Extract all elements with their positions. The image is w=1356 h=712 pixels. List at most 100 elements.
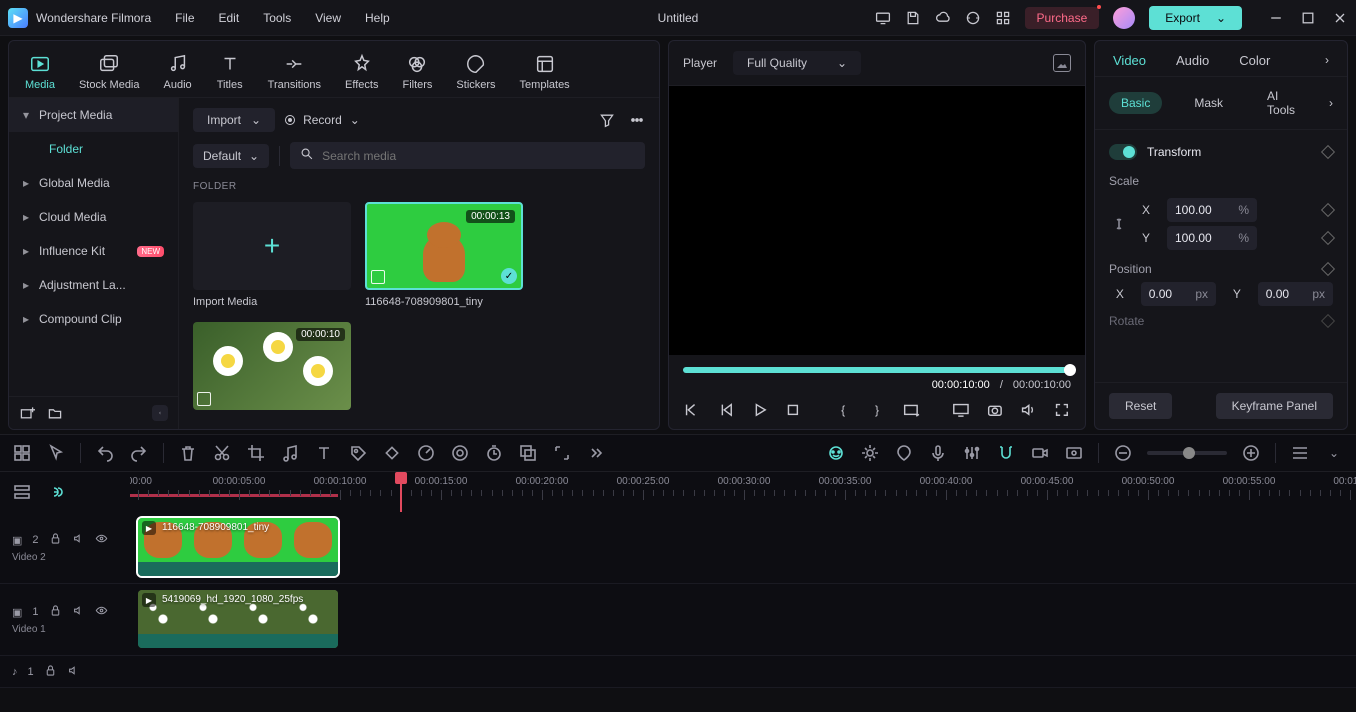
prop-tab-color[interactable]: Color [1239,53,1270,68]
more-tools-icon[interactable] [586,443,606,463]
menu-file[interactable]: File [175,11,194,25]
subtab-ai-tools[interactable]: AI Tools [1255,85,1309,121]
chevron-right-icon[interactable]: › [1325,53,1329,68]
export-button[interactable]: Export⌄ [1149,6,1242,30]
aspect-icon[interactable] [902,401,920,419]
zoom-out-icon[interactable] [1113,443,1133,463]
search-media-box[interactable] [290,142,645,169]
visibility-icon[interactable] [95,532,108,548]
more-icon[interactable] [629,112,645,128]
preview-viewport[interactable] [669,86,1085,355]
prop-tab-video[interactable]: Video [1113,53,1146,68]
menu-view[interactable]: View [315,11,341,25]
zoom-slider[interactable] [1147,451,1227,455]
search-input[interactable] [322,149,635,163]
ai-icon[interactable] [826,443,846,463]
position-y-input[interactable]: 0.00px [1258,282,1333,306]
tab-media[interactable]: Media [25,53,55,91]
chevron-down-icon[interactable]: ⌄ [1324,443,1344,463]
media-clip-tile[interactable]: 00:00:13 ✓ 116648-708909801_tiny [365,202,523,308]
redo-icon[interactable] [129,443,149,463]
tab-titles[interactable]: Titles [216,53,244,91]
cloud-icon[interactable] [935,10,951,26]
sidebar-item-project-media[interactable]: ▾Project Media [9,98,178,132]
sidebar-item-global-media[interactable]: ▸Global Media [9,166,178,200]
save-icon[interactable] [905,10,921,26]
sort-dropdown[interactable]: Default⌄ [193,144,269,168]
keyframe-icon[interactable] [1321,231,1335,245]
text-tool-icon[interactable] [314,443,334,463]
playhead[interactable] [400,472,402,512]
import-media-tile[interactable]: + Import Media [193,202,351,308]
sidebar-item-adjustment-layer[interactable]: ▸Adjustment La... [9,268,178,302]
mark-in-icon[interactable]: { [834,401,852,419]
record-button[interactable]: Record⌄ [285,113,360,127]
scale-y-input[interactable]: 100.00% [1167,226,1257,250]
apps-icon[interactable] [995,10,1011,26]
track-lane[interactable] [130,656,1356,687]
play-icon[interactable] [751,401,769,419]
zoom-in-icon[interactable] [1241,443,1261,463]
delete-icon[interactable] [178,443,198,463]
marker-icon[interactable] [894,443,914,463]
track-lane[interactable]: ▶116648-708909801_tiny [130,512,1356,583]
group-icon[interactable] [518,443,538,463]
reset-button[interactable]: Reset [1109,393,1172,419]
minimize-icon[interactable] [1268,10,1284,26]
filter-icon[interactable] [599,112,615,128]
mute-icon[interactable] [67,664,80,680]
tab-audio[interactable]: Audio [164,53,192,91]
import-button[interactable]: Import⌄ [193,108,275,132]
mark-out-icon[interactable]: } [868,401,886,419]
stop-icon[interactable] [784,401,802,419]
scale-x-input[interactable]: 100.00% [1167,198,1257,222]
crop-icon[interactable] [246,443,266,463]
mixer-icon[interactable] [962,443,982,463]
sidebar-item-folder[interactable]: Folder [9,132,178,166]
chevron-right-icon[interactable]: › [1329,96,1333,110]
purchase-button[interactable]: Purchase [1025,7,1100,29]
view-options-icon[interactable] [1290,443,1310,463]
avatar[interactable] [1113,7,1135,29]
keyframe-icon[interactable] [1321,145,1335,159]
layout-icon[interactable] [12,443,32,463]
magnetic-icon[interactable] [996,443,1016,463]
play-in-icon[interactable] [717,401,735,419]
subtab-mask[interactable]: Mask [1182,92,1235,114]
marker-tool-icon[interactable] [450,443,470,463]
mute-icon[interactable] [72,532,85,548]
menu-tools[interactable]: Tools [263,11,291,25]
timeline-ruler[interactable]: :00:0000:00:05:0000:00:10:0000:00:15:000… [130,472,1356,512]
sidebar-item-cloud-media[interactable]: ▸Cloud Media [9,200,178,234]
track-lane[interactable]: ▶5419069_hd_1920_1080_25fps [130,584,1356,655]
expand-icon[interactable] [552,443,572,463]
speed-icon[interactable] [416,443,436,463]
prev-frame-icon[interactable] [683,401,701,419]
snapshot-icon[interactable] [986,401,1004,419]
volume-icon[interactable] [1019,401,1037,419]
lock-icon[interactable] [49,532,62,548]
keyframe-panel-button[interactable]: Keyframe Panel [1216,393,1333,419]
support-icon[interactable] [965,10,981,26]
timeline-clip[interactable]: ▶116648-708909801_tiny [138,518,338,576]
render-icon[interactable] [860,443,880,463]
new-folder-icon[interactable] [47,405,63,421]
mute-icon[interactable] [72,604,85,620]
lock-icon[interactable] [44,664,57,680]
display-icon[interactable] [952,401,970,419]
device-icon[interactable] [875,10,891,26]
close-icon[interactable] [1332,10,1348,26]
record-cam-icon[interactable] [1030,443,1050,463]
media-clip-tile[interactable]: 00:00:10 [193,322,351,410]
subtab-basic[interactable]: Basic [1109,92,1162,114]
position-x-input[interactable]: 0.00px [1141,282,1216,306]
new-bin-icon[interactable] [19,405,35,421]
collapse-sidebar-icon[interactable] [152,405,168,421]
compare-icon[interactable] [1053,54,1071,72]
link-axes-icon[interactable] [1109,206,1129,242]
tab-filters[interactable]: Filters [402,53,432,91]
menu-edit[interactable]: Edit [219,11,240,25]
visibility-icon[interactable] [95,604,108,620]
color-tag-icon[interactable] [348,443,368,463]
undo-icon[interactable] [95,443,115,463]
